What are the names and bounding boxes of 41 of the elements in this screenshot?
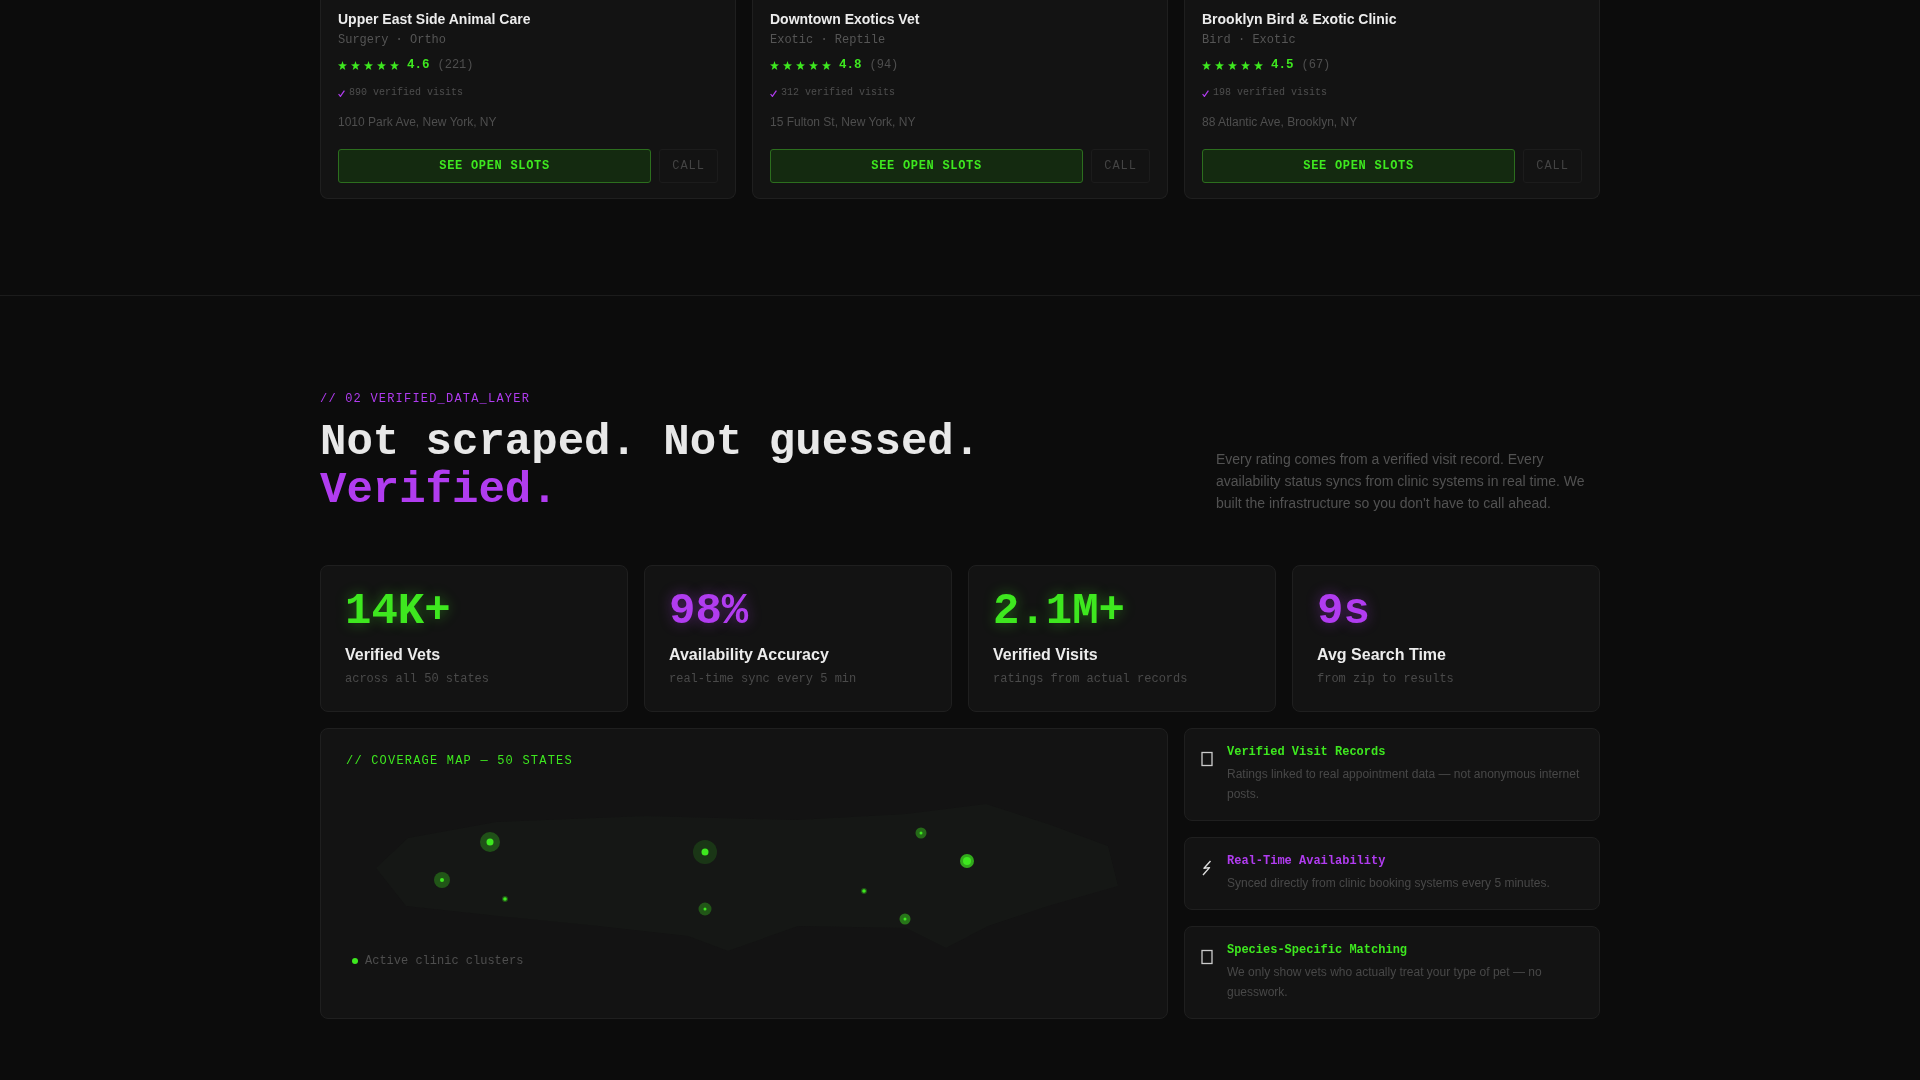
rating-value: 4.6 — [407, 58, 430, 72]
section-description: Every rating comes from a verified visit record. Every availability status syncs from clinic systems in real time. We built the infrastructure so you don't have to call ahead. — [1216, 450, 1586, 513]
feature-title: Real-Time Availability — [1227, 853, 1387, 869]
rectangle-outline-icon — [1201, 751, 1213, 767]
clinic-specialties: Exotic · Reptile — [770, 32, 887, 48]
see-open-slots-button[interactable]: SEE OPEN SLOTS — [1202, 149, 1516, 183]
review-count: (94) — [869, 58, 899, 72]
check-icon — [770, 89, 777, 97]
feature-title: Species-Specific Matching — [1227, 942, 1409, 958]
stat-label: Verified Visits — [993, 645, 1099, 665]
stat-value: 2.1M+ — [993, 589, 1127, 633]
clinic-specialties: Bird · Exotic — [1202, 32, 1297, 48]
clinic-name: Brooklyn Bird & Exotic Clinic — [1202, 10, 1398, 28]
clinic-address: 15 Fulton St, New York, NY — [770, 114, 917, 130]
check-icon — [1202, 89, 1209, 97]
lightning-icon — [1201, 860, 1213, 876]
section-heading: Not scraped. Not guessed. Verified. — [320, 418, 981, 514]
stat-value: 9s — [1317, 589, 1371, 633]
stat-label: Availability Accuracy — [669, 645, 830, 665]
check-icon — [338, 89, 345, 97]
clinic-address: 88 Atlantic Ave, Brooklyn, NY — [1202, 114, 1359, 130]
rating-value: 4.8 — [839, 58, 862, 72]
clinic-name: Upper East Side Animal Care — [338, 10, 532, 28]
review-count: (221) — [437, 58, 474, 72]
stat-value: 98% — [669, 589, 750, 633]
rectangle-outline-icon — [1201, 949, 1213, 965]
legend-dot-icon — [352, 958, 358, 964]
clinic-address: 1010 Park Ave, New York, NY — [338, 114, 498, 130]
see-open-slots-button[interactable]: SEE OPEN SLOTS — [770, 149, 1084, 183]
stat-value: 14K+ — [345, 589, 452, 633]
review-count: (67) — [1301, 58, 1331, 72]
map-title: // COVERAGE MAP — 50 STATES — [346, 753, 574, 769]
clinic-specialties: Surgery · Ortho — [338, 32, 448, 48]
feature-title: Verified Visit Records — [1227, 744, 1387, 760]
stat-label: Verified Vets — [345, 645, 442, 665]
see-open-slots-button[interactable]: SEE OPEN SLOTS — [338, 149, 652, 183]
stat-label: Avg Search Time — [1317, 645, 1447, 665]
rating-value: 4.5 — [1271, 58, 1294, 72]
section-eyebrow: // 02 VERIFIED_DATA_LAYER — [320, 391, 532, 407]
legend-label: Active clinic clusters — [365, 953, 524, 969]
clinic-name: Downtown Exotics Vet — [770, 10, 921, 28]
